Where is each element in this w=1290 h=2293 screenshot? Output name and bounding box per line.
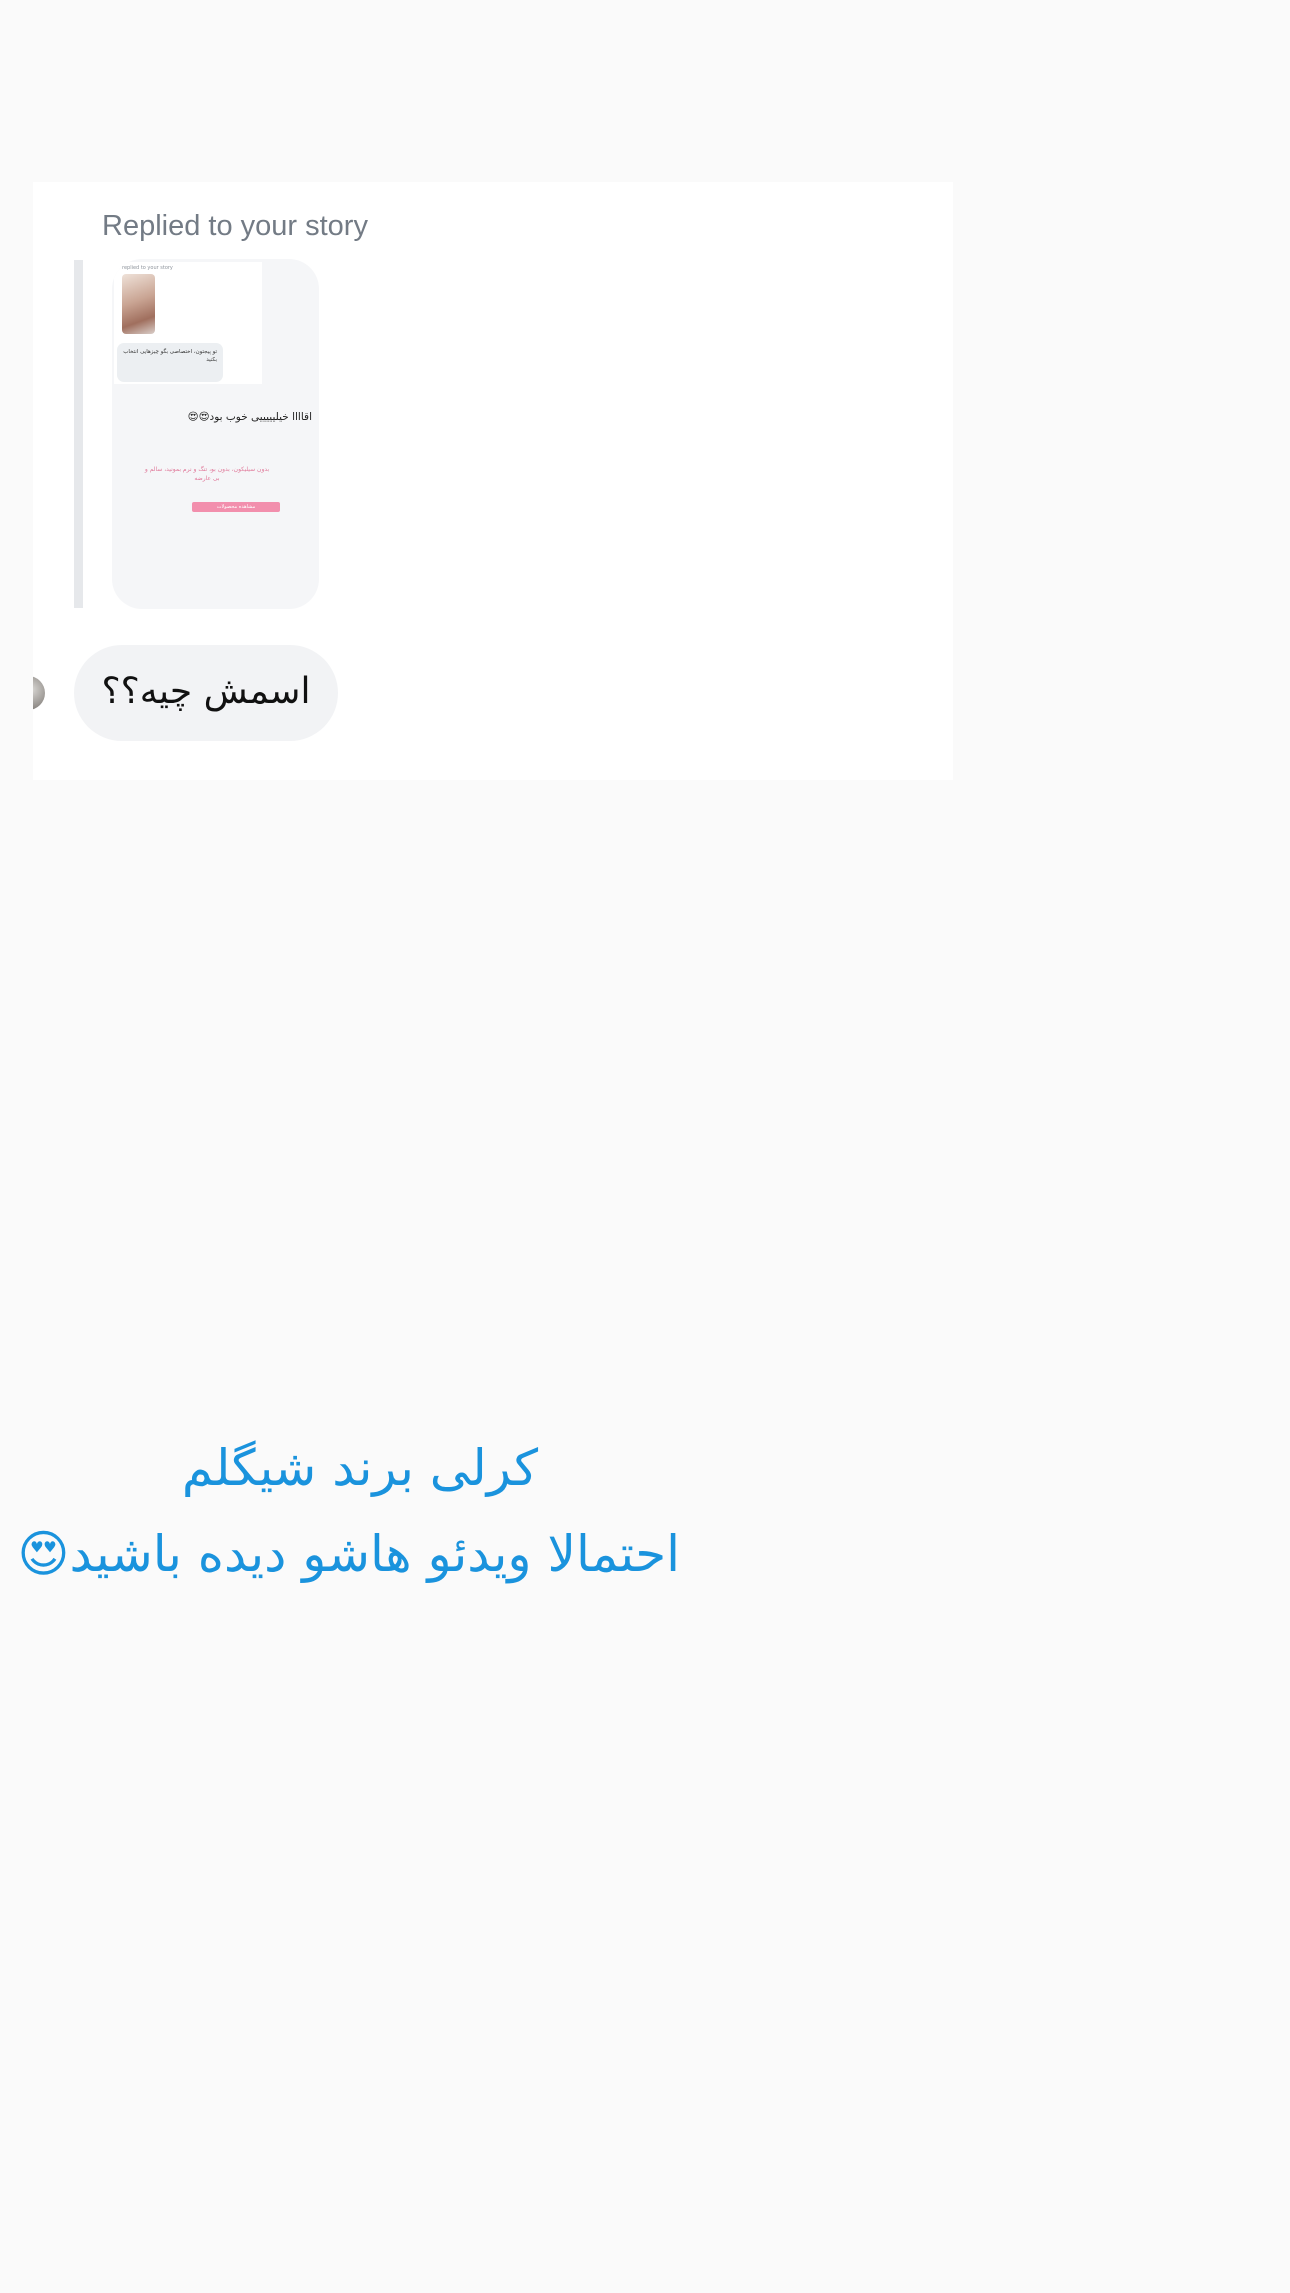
thumbnail-promo-text: بدون سیلیکون، بدون بو، تنگ و نرم بمونید،…	[144, 466, 270, 482]
message-bubble[interactable]: اسمش چیه؟؟	[74, 645, 338, 741]
message-text: اسمش چیه؟؟	[101, 671, 311, 712]
replied-to-story-label: Replied to your story	[102, 210, 368, 242]
thumbnail-product-photo	[122, 274, 155, 334]
caption-line-2: احتمالا ویدئو هاشو دیده باشید😍	[17, 1525, 680, 1583]
thumbnail-header-text: replied to your story	[122, 265, 173, 271]
caption-line-1: کرلی برند شیگلم	[181, 1439, 539, 1497]
thumbnail-screenshot-header: replied to your story تو پیجتون، اختصاصی…	[114, 262, 262, 384]
thumbnail-promo-banner: مشاهده محصولات	[192, 502, 280, 512]
story-reply-card: Replied to your story replied to your st…	[33, 182, 953, 780]
story-preview-thumbnail[interactable]: replied to your story تو پیجتون، اختصاصی…	[112, 259, 319, 609]
thumbnail-chat-bubble-text: تو پیجتون، اختصاصی بگو چیزهایی انتخاب بک…	[123, 349, 217, 363]
thumbnail-message-text: اقاااا خیلیییییی خوب بود😍😍	[187, 411, 312, 423]
story-reply-indicator-bar	[74, 260, 83, 608]
thumbnail-chat-bubble: تو پیجتون، اختصاصی بگو چیزهایی انتخاب بک…	[117, 343, 223, 382]
caption-overlay: کرلی برند شیگلم احتمالا ویدئو هاشو دیده …	[17, 1425, 680, 1597]
sender-avatar[interactable]	[33, 676, 45, 710]
